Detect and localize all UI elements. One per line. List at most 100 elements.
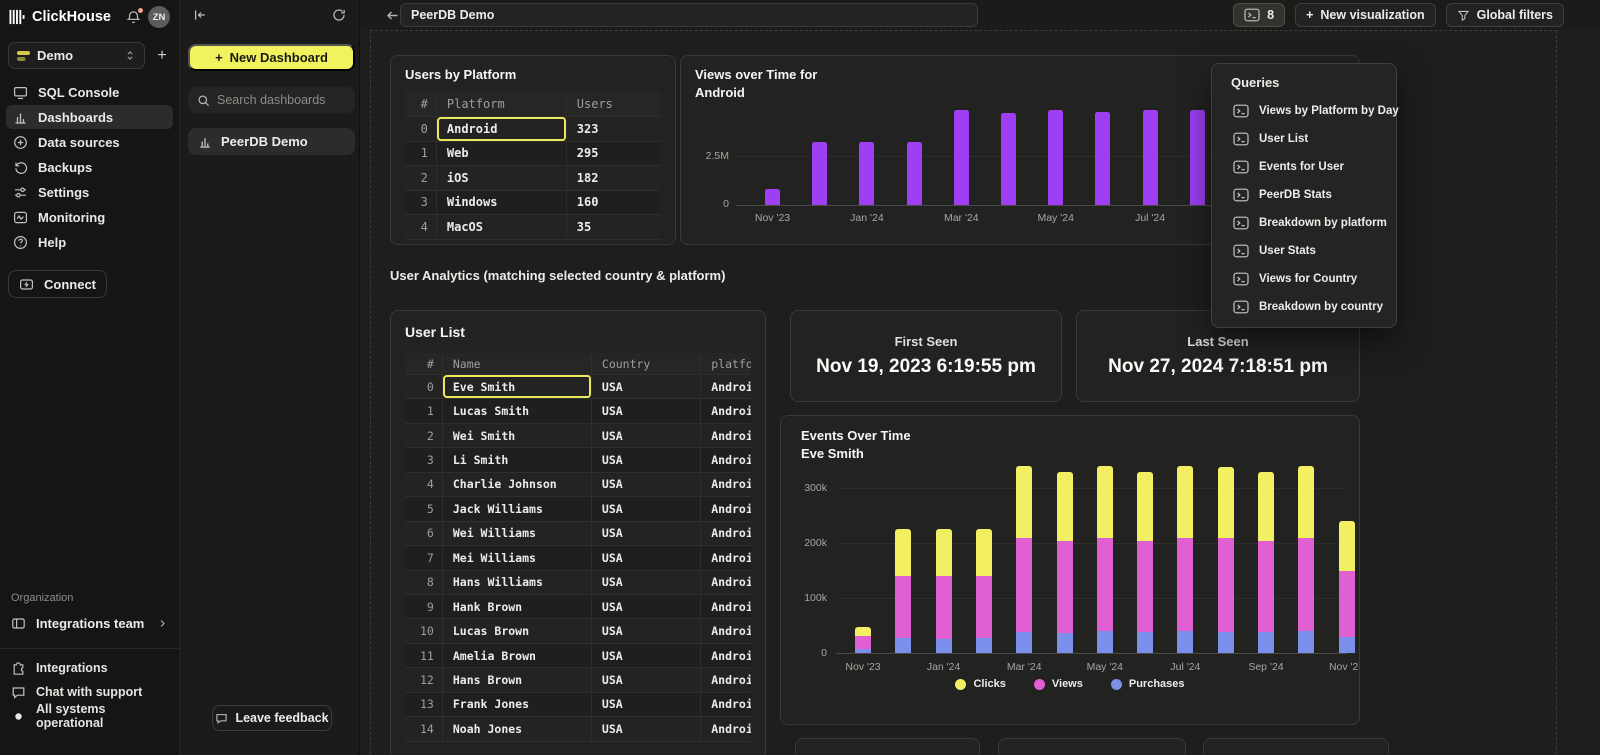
table-cell[interactable]: Lucas Brown — [443, 619, 592, 642]
back-arrow-icon[interactable] — [385, 8, 400, 23]
table-cell[interactable]: 11 — [405, 644, 443, 667]
legend-item-clicks[interactable]: Clicks — [955, 678, 1005, 690]
table-cell[interactable]: Wei Williams — [443, 522, 592, 545]
column-header[interactable]: Country — [592, 353, 701, 374]
sidebar-item-monitoring[interactable]: Monitoring — [6, 205, 173, 229]
notifications-bell-icon[interactable] — [126, 10, 141, 25]
table-cell[interactable]: 0 — [405, 117, 437, 141]
table-cell[interactable]: Lucas Smith — [443, 399, 592, 422]
table-cell[interactable]: 3 — [405, 448, 443, 471]
query-item-peerdb-stats[interactable]: PeerDB Stats — [1212, 181, 1396, 209]
table-cell[interactable]: USA — [592, 571, 701, 594]
table-cell[interactable]: 2 — [405, 166, 437, 190]
table-row[interactable]: 4MacOS35 — [405, 215, 661, 240]
table-cell[interactable]: Mei Williams — [443, 546, 592, 569]
table-cell[interactable]: 323 — [567, 117, 661, 141]
stacked-bar-nov-23[interactable] — [855, 627, 871, 653]
table-row[interactable]: 8Hans WilliamsUSAAndroid — [405, 571, 751, 595]
table-row[interactable]: 2Wei SmithUSAAndroid — [405, 424, 751, 448]
bar-jan-24[interactable] — [859, 142, 874, 205]
table-cell[interactable]: Android — [701, 522, 751, 545]
bar-mar-24[interactable] — [954, 110, 969, 205]
table-cell[interactable]: Frank Jones — [443, 693, 592, 716]
table-row[interactable]: 2iOS182 — [405, 166, 661, 191]
table-cell[interactable]: Android — [701, 473, 751, 496]
stacked-bar-nov-24[interactable] — [1339, 521, 1355, 653]
table-cell[interactable]: 13 — [405, 693, 443, 716]
table-cell[interactable]: 182 — [567, 166, 661, 190]
stacked-bar-feb-24[interactable] — [976, 529, 992, 653]
table-cell[interactable]: Android — [701, 546, 751, 569]
table-cell[interactable]: 9 — [405, 595, 443, 618]
sidebar-item-sql-console[interactable]: SQL Console — [6, 80, 173, 104]
table-row[interactable]: 11Amelia BrownUSAAndroid — [405, 644, 751, 668]
avatar[interactable]: ZN — [148, 6, 170, 28]
queries-count-button[interactable]: 8 — [1233, 3, 1285, 27]
collapse-panel-icon[interactable] — [193, 8, 207, 22]
stacked-bar-jun-24[interactable] — [1137, 472, 1153, 654]
table-cell[interactable]: Android — [701, 717, 751, 740]
table-row[interactable]: 4Charlie JohnsonUSAAndroid — [405, 473, 751, 497]
search-input[interactable] — [217, 93, 378, 107]
table-cell[interactable]: 160 — [567, 191, 661, 215]
sidebar-item-chat-with-support[interactable]: Chat with support — [11, 680, 168, 704]
sidebar-item-integrations-team[interactable]: Integrations team — [11, 616, 168, 631]
table-cell[interactable]: 4 — [405, 473, 443, 496]
table-cell[interactable]: 7 — [405, 546, 443, 569]
column-header[interactable]: platform — [701, 353, 751, 374]
table-cell[interactable]: 6 — [405, 522, 443, 545]
stacked-bar-may-24[interactable] — [1097, 466, 1113, 653]
table-row[interactable]: 14Noah JonesUSAAndroid — [405, 717, 751, 741]
column-header[interactable]: # — [405, 353, 443, 374]
table-row[interactable]: 1Lucas SmithUSAAndroid — [405, 399, 751, 423]
table-cell[interactable]: 14 — [405, 717, 443, 740]
table-cell[interactable]: USA — [592, 399, 701, 422]
table-row[interactable]: 12Hans BrownUSAAndroid — [405, 668, 751, 692]
query-item-user-list[interactable]: User List — [1212, 125, 1396, 153]
table-row[interactable]: 5Jack WilliamsUSAAndroid — [405, 497, 751, 521]
table-cell[interactable]: 5 — [405, 497, 443, 520]
table-cell[interactable]: USA — [592, 497, 701, 520]
legend-item-views[interactable]: Views — [1034, 678, 1083, 690]
new-dashboard-button[interactable]: + New Dashboard — [188, 44, 355, 71]
column-header[interactable]: Platform — [437, 92, 567, 116]
sidebar-item-settings[interactable]: Settings — [6, 180, 173, 204]
table-cell[interactable]: Li Smith — [443, 448, 592, 471]
table-cell[interactable]: Android — [701, 668, 751, 691]
connect-button[interactable]: Connect — [8, 270, 107, 298]
table-row[interactable]: 3Windows160 — [405, 191, 661, 216]
table-cell[interactable]: Android — [701, 448, 751, 471]
stacked-bar-apr-24[interactable] — [1057, 472, 1073, 654]
sidebar-item-help[interactable]: Help — [6, 230, 173, 254]
table-row[interactable]: 0Android323 — [405, 117, 661, 142]
table-cell[interactable]: Web — [437, 142, 567, 166]
bar-aug-24[interactable] — [1190, 110, 1205, 205]
table-cell[interactable]: USA — [592, 668, 701, 691]
stacked-bar-aug-24[interactable] — [1218, 467, 1234, 653]
query-item-views-for-country[interactable]: Views for Country — [1212, 265, 1396, 293]
table-cell[interactable]: USA — [592, 644, 701, 667]
column-header[interactable]: # — [405, 92, 437, 116]
query-item-breakdown-by-country[interactable]: Breakdown by country — [1212, 293, 1396, 321]
table-cell[interactable]: 295 — [567, 142, 661, 166]
table-cell[interactable]: Hans Brown — [443, 668, 592, 691]
sidebar-item-data-sources[interactable]: Data sources — [6, 130, 173, 154]
table-cell[interactable]: 4 — [405, 215, 437, 239]
table-row[interactable]: 13Frank JonesUSAAndroid — [405, 693, 751, 717]
leave-feedback-button[interactable]: Leave feedback — [212, 705, 332, 731]
table-cell[interactable]: Windows — [437, 191, 567, 215]
bar-nov-23[interactable] — [765, 189, 780, 205]
add-service-button[interactable]: + — [153, 47, 171, 65]
table-cell[interactable]: Android — [701, 424, 751, 447]
selected-cell[interactable]: Android — [437, 117, 567, 141]
dashboard-list-item[interactable]: PeerDB Demo — [188, 128, 355, 155]
new-visualization-button[interactable]: + New visualization — [1295, 3, 1436, 27]
table-cell[interactable]: Android — [701, 497, 751, 520]
service-select[interactable]: Demo — [8, 42, 145, 69]
stacked-bar-oct-24[interactable] — [1298, 466, 1314, 653]
refresh-icon[interactable] — [332, 8, 346, 22]
table-cell[interactable]: 1 — [405, 142, 437, 166]
table-cell[interactable]: Android — [701, 399, 751, 422]
stacked-bar-dec-23[interactable] — [895, 529, 911, 653]
bar-feb-24[interactable] — [907, 142, 922, 205]
